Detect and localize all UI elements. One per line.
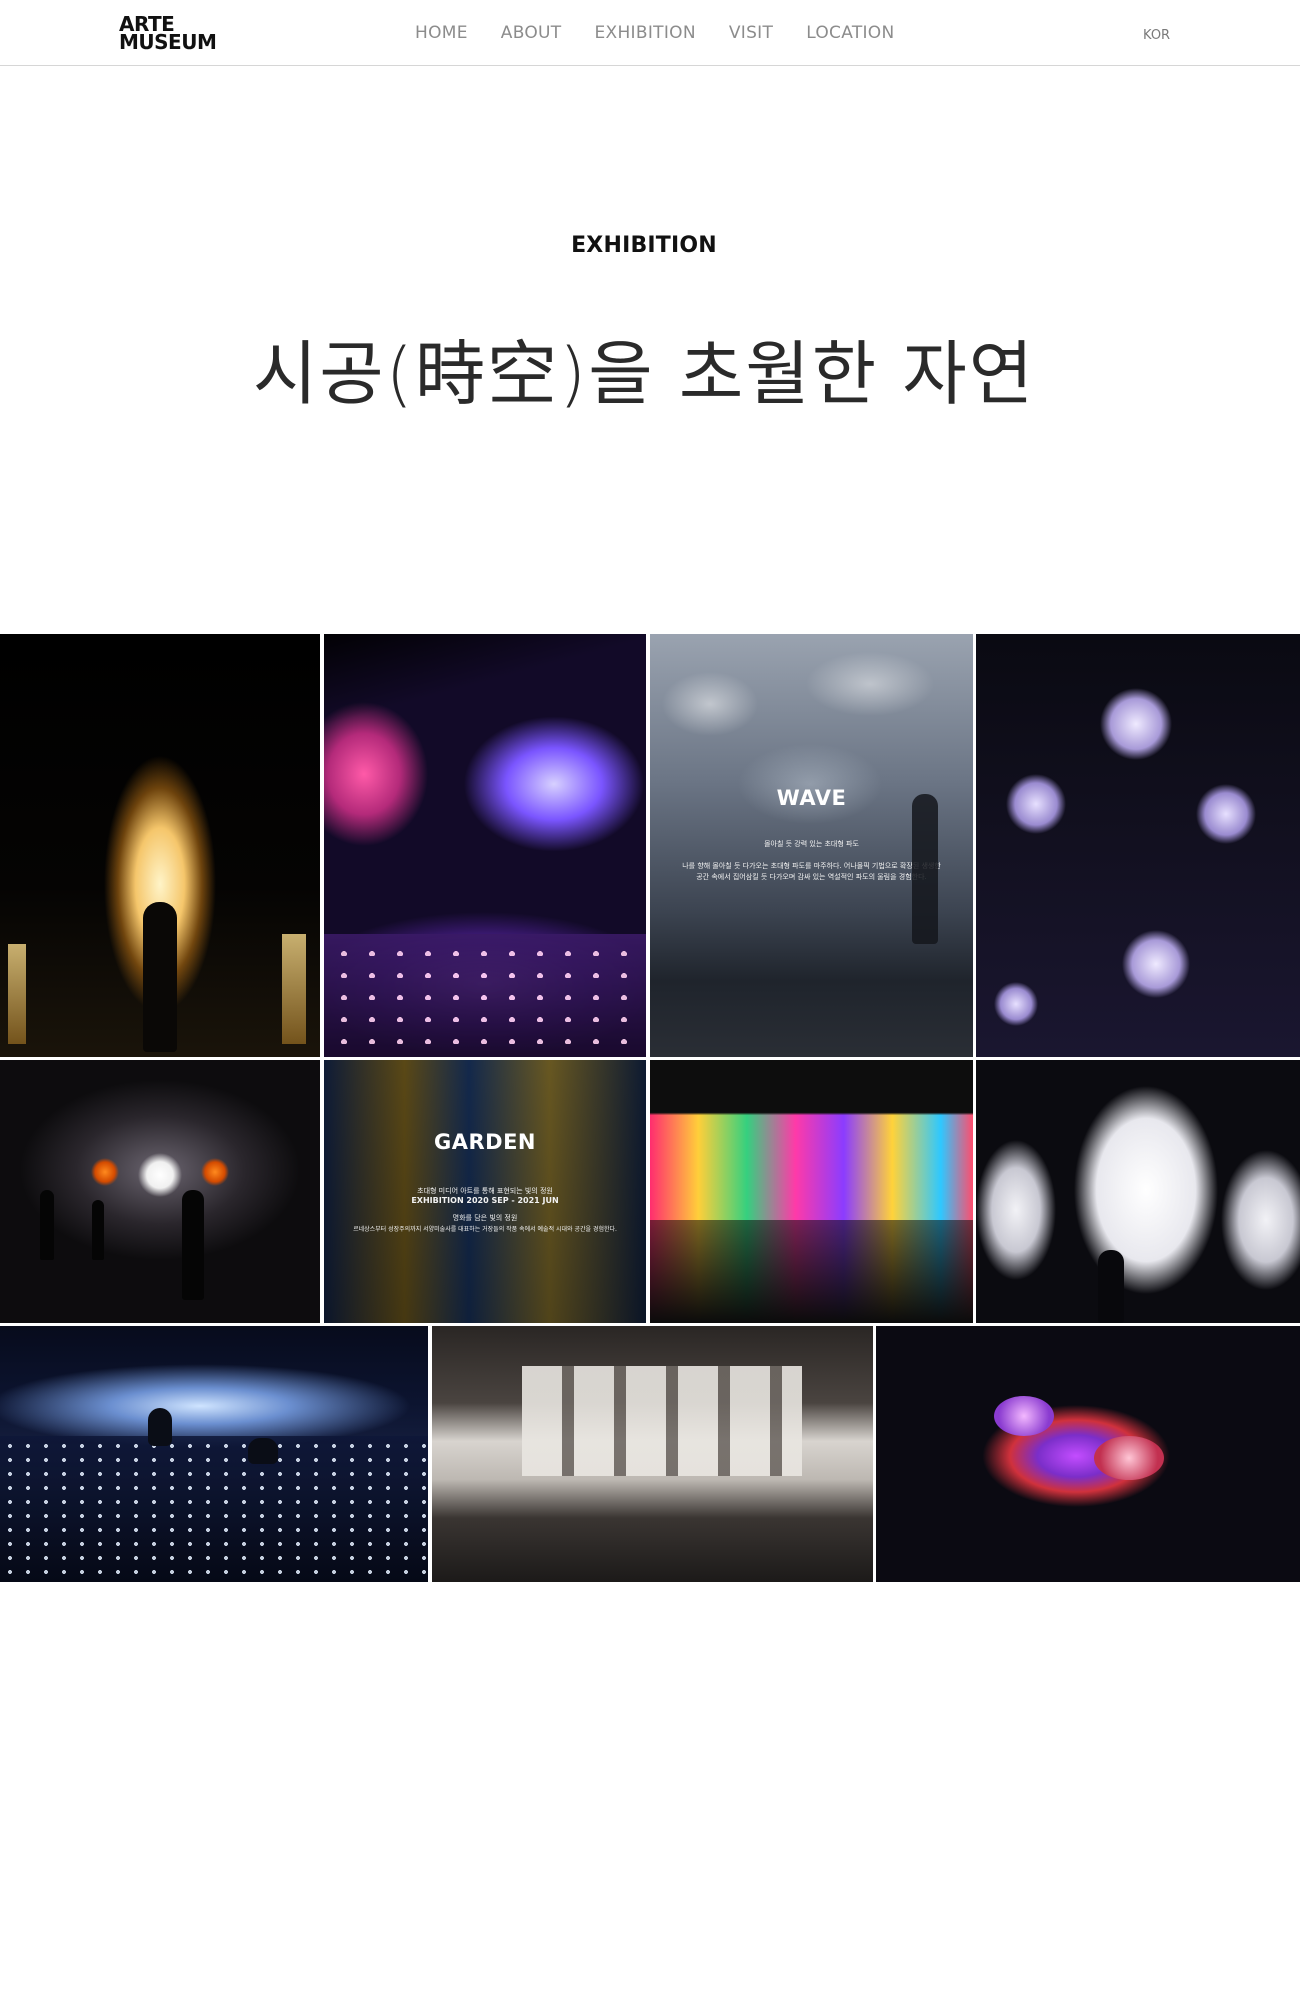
gallery-image-garden[interactable]: GARDEN 초대형 미디어 아트를 통해 표현되는 빛의 정원 EXHIBIT… <box>324 1060 646 1323</box>
garden-title: GARDEN <box>433 1130 536 1154</box>
gallery-image-wave[interactable]: WAVE 몰아칠 듯 강력 있는 초대형 파도 나를 향해 몰아칠 듯 다가오는… <box>650 634 973 1057</box>
floor-reflection <box>650 1220 973 1323</box>
gallery-image-wisteria-room[interactable] <box>324 634 646 1057</box>
arch-structure <box>522 1366 802 1476</box>
nav-location[interactable]: LOCATION <box>806 23 894 43</box>
gallery-image-architecture[interactable] <box>432 1326 873 1582</box>
glass-bowl <box>1094 1436 1164 1480</box>
site-header: ARTE MUSEUM HOME ABOUT EXHIBITION VISIT … <box>0 0 1300 66</box>
nav-visit[interactable]: VISIT <box>729 23 773 43</box>
person-silhouette <box>248 1438 278 1464</box>
gallery-image-light-waterfall[interactable] <box>0 634 320 1057</box>
person-silhouette <box>92 1200 104 1260</box>
garden-line1: 초대형 미디어 아트를 통해 표현되는 빛의 정원 <box>417 1187 553 1195</box>
person-silhouette <box>148 1408 172 1446</box>
gallery-image-moon-room[interactable] <box>0 1060 320 1323</box>
floor-petals <box>324 934 646 1057</box>
nav-home[interactable]: HOME <box>415 23 468 43</box>
person-silhouette <box>143 902 177 1052</box>
gallery-image-ocean[interactable] <box>0 1326 428 1582</box>
light-pillar-right <box>282 934 306 1044</box>
light-pillar-left <box>8 944 26 1044</box>
gallery-image-rabbits[interactable] <box>976 1060 1300 1323</box>
garden-line2: EXHIBITION 2020 SEP - 2021 JUN <box>411 1196 559 1205</box>
language-switch[interactable]: KOR <box>1143 28 1170 43</box>
logo-line-2: MUSEUM <box>119 30 217 54</box>
nav-about[interactable]: ABOUT <box>501 23 562 43</box>
garden-line4: 르네상스부터 성장주의까지 서양미술사를 대표하는 거장들의 작품 속에서 예술… <box>353 1226 617 1233</box>
water-pattern <box>0 1436 428 1582</box>
logo[interactable]: ARTE MUSEUM <box>119 14 217 54</box>
person-silhouette <box>182 1190 204 1300</box>
gallery-image-lanterns[interactable] <box>976 634 1300 1057</box>
garden-line3: 명화를 담은 빛의 정원 <box>452 1214 518 1222</box>
glass-bowl <box>994 1396 1054 1436</box>
gallery-image-roses[interactable] <box>876 1326 1300 1582</box>
main-nav: HOME ABOUT EXHIBITION VISIT LOCATION <box>415 0 928 66</box>
page-headline: 시공(時空)을 초월한 자연 <box>252 333 1036 415</box>
gallery-image-jungle[interactable] <box>650 1060 973 1323</box>
person-silhouette <box>1098 1250 1124 1323</box>
person-silhouette <box>912 794 938 944</box>
section-label: EXHIBITION <box>571 233 717 258</box>
nav-exhibition[interactable]: EXHIBITION <box>594 23 695 43</box>
person-silhouette <box>40 1190 54 1260</box>
